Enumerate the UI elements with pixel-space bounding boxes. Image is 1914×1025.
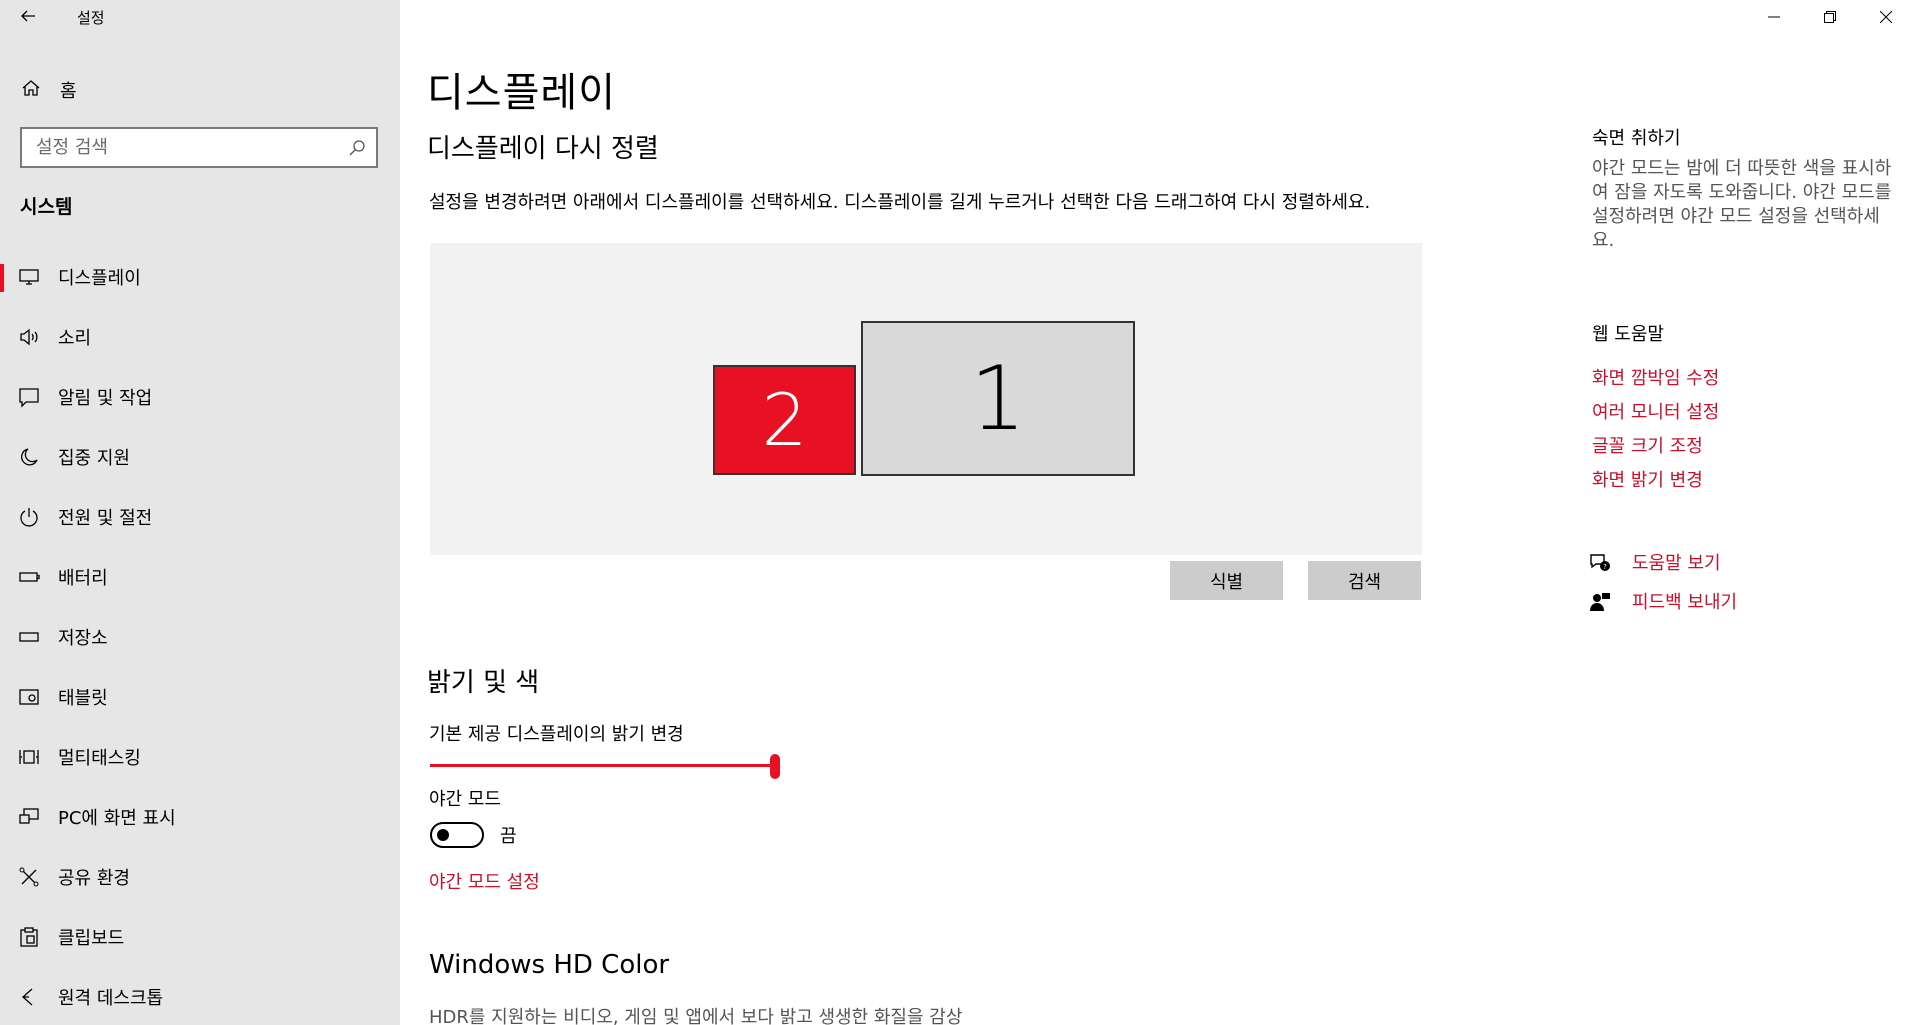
night-light-state: 끔 [500,826,517,847]
hdr-description: HDR를 지원하는 비디오, 게임 및 앱에서 보다 밝고 생생한 화질을 감상 [429,1007,963,1025]
back-arrow-icon [21,10,35,22]
app-title: 설정 [77,9,105,27]
sidebar-item-label: 디스플레이 [58,268,141,289]
active-indicator [0,264,4,292]
monitor-number: 2 [761,378,808,462]
slider-thumb[interactable] [770,754,780,779]
sidebar-item-battery[interactable]: 배터리 [0,552,400,600]
feedback-icon [1590,593,1610,611]
sidebar-item-label: 멀티태스킹 [58,748,141,769]
storage-icon [19,632,39,642]
detect-button[interactable]: 검색 [1308,561,1421,600]
shared-experience-icon [19,867,39,887]
close-button[interactable] [1858,0,1914,34]
get-help-label: 도움말 보기 [1632,553,1721,574]
svg-text:?: ? [1603,563,1607,571]
home-icon [22,80,40,96]
restore-button[interactable] [1802,0,1858,34]
search-box[interactable] [20,127,378,168]
night-light-toggle[interactable] [430,822,484,848]
help-link-font-size[interactable]: 글꼴 크기 조정 [1592,432,1703,458]
night-light-settings-link[interactable]: 야간 모드 설정 [429,868,540,894]
sidebar-item-label: 공유 환경 [58,868,130,889]
sidebar-item-label: 클립보드 [58,928,125,949]
multitasking-icon [19,750,39,764]
monitor-number: 1 [970,347,1026,450]
sleep-title: 숙면 취하기 [1592,128,1681,149]
sidebar-item-label: 배터리 [58,568,108,589]
project-icon [19,808,39,824]
sidebar-item-notifications[interactable]: 알림 및 작업 [0,372,400,420]
moon-icon [21,448,38,466]
back-button[interactable] [16,4,40,28]
sidebar-item-project[interactable]: PC에 화면 표시 [0,792,400,840]
web-help-title: 웹 도움말 [1592,324,1664,345]
search-icon[interactable] [348,139,366,157]
rearrange-title: 디스플레이 다시 정렬 [427,134,659,164]
search-input[interactable] [22,129,342,166]
remote-desktop-icon [22,988,33,1006]
brightness-slider[interactable] [430,754,780,779]
get-help-link[interactable]: ? 도움말 보기 [1588,549,1888,575]
tablet-icon [19,689,39,705]
page-title: 디스플레이 [427,70,616,116]
close-icon [1880,11,1892,23]
sidebar-item-sound[interactable]: 소리 [0,312,400,360]
sidebar-item-label: 태블릿 [58,688,108,709]
help-link-multi-monitor[interactable]: 여러 모니터 설정 [1592,398,1719,424]
sidebar-item-label: 저장소 [58,628,108,649]
brightness-color-title: 밝기 및 색 [427,668,540,698]
minimize-icon [1768,16,1780,18]
night-light-label: 야간 모드 [429,789,501,810]
minimize-button[interactable] [1746,0,1802,34]
sidebar-item-label: 집중 지원 [58,448,130,469]
sidebar-item-label: 전원 및 절전 [58,508,153,529]
window-controls [1746,0,1914,34]
identify-button[interactable]: 식별 [1170,561,1283,600]
titlebar-left: 설정 [0,0,400,34]
sidebar-item-label: 소리 [58,328,92,349]
monitor-icon [19,269,39,285]
monitor-1[interactable]: 1 [861,321,1135,476]
help-chat-icon: ? [1590,554,1610,571]
restore-icon [1824,11,1836,23]
sidebar-item-shared-experiences[interactable]: 공유 환경 [0,852,400,900]
sidebar-item-display[interactable]: 디스플레이 [0,252,400,300]
sidebar-item-storage[interactable]: 저장소 [0,612,400,660]
notification-icon [19,388,39,408]
help-link-brightness[interactable]: 화면 밝기 변경 [1592,466,1703,492]
home-link[interactable]: 홈 [0,71,400,105]
sidebar-item-label: PC에 화면 표시 [58,808,176,829]
speaker-icon [20,328,38,346]
sidebar: 설정 홈 시스템 디스플레이 소리 알림 및 작업 집중 지원 전원 및 절전 … [0,0,400,1025]
clipboard-icon [20,927,38,947]
section-title: 시스템 [20,196,73,218]
sidebar-item-label: 알림 및 작업 [58,388,153,409]
power-icon [20,508,38,527]
sidebar-item-remote-desktop[interactable]: 원격 데스크톱 [0,972,400,1020]
home-label: 홈 [60,81,77,102]
sidebar-item-label: 원격 데스크톱 [58,988,164,1009]
toggle-knob [437,829,449,841]
sidebar-item-focus-assist[interactable]: 집중 지원 [0,432,400,480]
feedback-label: 피드백 보내기 [1632,592,1738,613]
sidebar-item-multitasking[interactable]: 멀티태스킹 [0,732,400,780]
brightness-label: 기본 제공 디스플레이의 밝기 변경 [429,724,684,745]
sidebar-item-power[interactable]: 전원 및 절전 [0,492,400,540]
help-link-flicker[interactable]: 화면 깜박임 수정 [1592,364,1719,390]
rearrange-description: 설정을 변경하려면 아래에서 디스플레이를 선택하세요. 디스플레이를 길게 누… [429,192,1371,213]
battery-icon [19,572,40,582]
hdr-title: Windows HD Color [429,950,670,980]
feedback-link[interactable]: 피드백 보내기 [1588,588,1888,614]
sidebar-item-clipboard[interactable]: 클립보드 [0,912,400,960]
monitor-2[interactable]: 2 [713,365,856,475]
display-arrangement-area[interactable]: 2 1 [430,243,1422,555]
sidebar-item-tablet[interactable]: 태블릿 [0,672,400,720]
slider-track [430,764,774,767]
sleep-description: 야간 모드는 밤에 더 따뜻한 색을 표시하여 잠을 자도록 도와줍니다. 야간… [1592,158,1892,251]
